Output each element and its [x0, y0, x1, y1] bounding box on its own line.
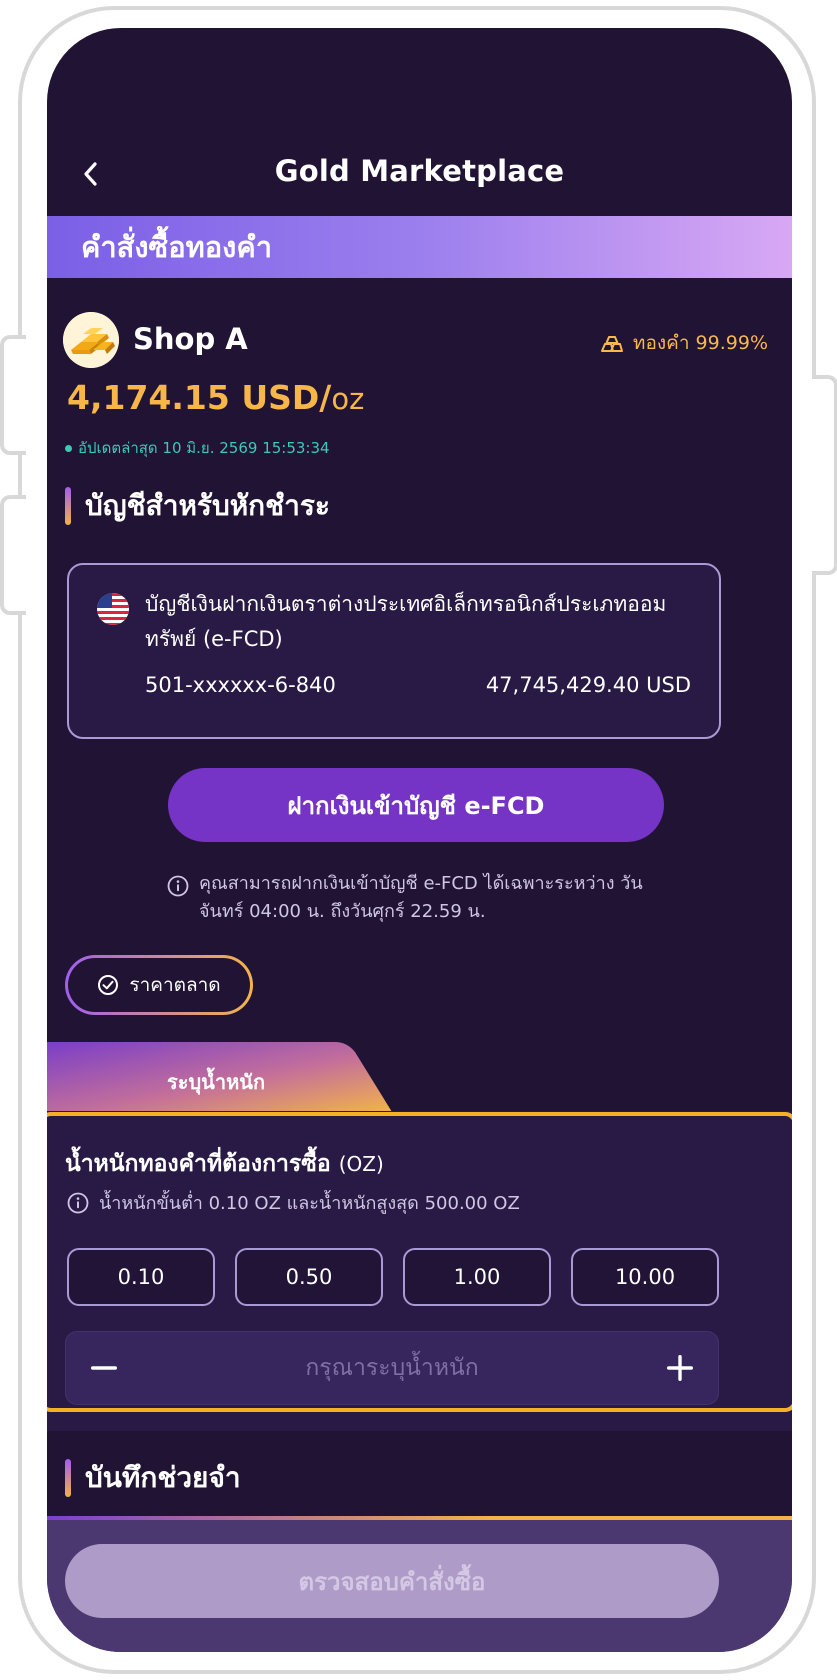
section-accent-bar [65, 487, 71, 525]
last-updated: อัปเดตล่าสุด 10 มิ.ย. 2569 15:53:34 [65, 436, 330, 460]
plus-icon [667, 1355, 693, 1381]
order-banner: คำสั่งซื้อทองคำ [47, 216, 792, 278]
payment-section-label: บัญชีสำหรับหักชำระ [85, 489, 330, 522]
gold-bars-icon [63, 312, 119, 368]
deposit-hours-note: คุณสามารถฝากเงินเข้าบัญชี e-FCD ได้เฉพาะ… [167, 870, 687, 926]
weight-preset-chips: 0.10 0.50 1.00 10.00 [67, 1248, 719, 1306]
market-price-label: ราคาตลาด [129, 974, 221, 996]
status-dot [65, 444, 72, 452]
preset-chip[interactable]: 1.00 [403, 1248, 551, 1306]
weight-limit-hint: น้ำหนักขั้นต่ำ 0.10 OZ และน้ำหนักสูงสุด … [67, 1188, 520, 1217]
weight-input[interactable] [146, 1346, 638, 1390]
payment-section-title: บัญชีสำหรับหักชำระ [65, 484, 330, 528]
minus-icon [91, 1366, 117, 1370]
price-value: 4,174.15 USD/ [67, 378, 332, 417]
deposit-note-text: คุณสามารถฝากเงินเข้าบัญชี e-FCD ได้เฉพาะ… [199, 873, 643, 922]
app-header: Gold Marketplace [47, 140, 792, 200]
shop-name: Shop A [133, 322, 248, 356]
preset-chip[interactable]: 0.10 [67, 1248, 215, 1306]
increase-button[interactable] [660, 1348, 700, 1388]
section-accent-bar [65, 1459, 71, 1497]
account-number: 501-xxxxxx-6-840 [145, 673, 336, 697]
weight-hint-text: น้ำหนักขั้นต่ำ 0.10 OZ และน้ำหนักสูงสุด … [99, 1193, 520, 1214]
us-flag-icon [97, 593, 129, 625]
bottom-action-bar: ตรวจสอบคำสั่งซื้อ [47, 1516, 792, 1652]
tab-specify-weight[interactable]: ระบุน้ำหนัก [47, 1042, 407, 1112]
review-order-button[interactable]: ตรวจสอบคำสั่งซื้อ [65, 1544, 719, 1618]
purity-text: ทองคำ 99.99% [632, 332, 768, 354]
preset-chip[interactable]: 10.00 [571, 1248, 719, 1306]
weight-title-text: น้ำหนักทองคำที่ต้องการซื้อ [65, 1151, 331, 1177]
weight-title: น้ำหนักทองคำที่ต้องการซื้อ (OZ) [65, 1146, 384, 1182]
notes-section-label: บันทึกช่วยจำ [85, 1461, 241, 1494]
app-screen: Gold Marketplace คำสั่งซื้อทองคำ Shop A [47, 28, 792, 1652]
weight-stepper [65, 1331, 719, 1405]
info-icon [67, 1192, 89, 1213]
deposit-efcd-button[interactable]: ฝากเงินเข้าบัญชี e-FCD [168, 768, 664, 842]
market-price-toggle[interactable]: ราคาตลาด [65, 955, 253, 1015]
account-name: บัญชีเงินฝากเงินตราต่างประเทศอิเล็กทรอนิ… [145, 592, 667, 651]
weight-title-unit: (OZ) [338, 1152, 384, 1176]
gold-bar-stack-icon [600, 336, 623, 352]
account-balance: 47,745,429.40 USD [485, 673, 691, 697]
banner-title: คำสั่งซื้อทองคำ [81, 230, 273, 264]
tab-label: ระบุน้ำหนัก [167, 1070, 266, 1094]
gold-price: 4,174.15 USD/oz [67, 378, 364, 417]
info-icon [167, 875, 189, 897]
decrease-button[interactable] [84, 1348, 124, 1388]
phone-volume-down-button [0, 495, 26, 615]
check-circle-icon [98, 975, 119, 995]
notes-section-title: บันทึกช่วยจำ [65, 1456, 241, 1500]
shop-row: Shop A ทองคำ 99.99% [63, 312, 768, 370]
account-card[interactable]: บัญชีเงินฝากเงินตราต่างประเทศอิเล็กทรอนิ… [67, 563, 721, 739]
price-unit: oz [331, 382, 365, 416]
last-updated-text: อัปเดตล่าสุด 10 มิ.ย. 2569 15:53:34 [78, 439, 330, 457]
phone-power-button [812, 375, 837, 575]
purity-badge: ทองคำ 99.99% [599, 328, 768, 358]
page-title: Gold Marketplace [274, 154, 565, 188]
preset-chip[interactable]: 0.50 [235, 1248, 383, 1306]
phone-volume-up-button [0, 335, 26, 455]
